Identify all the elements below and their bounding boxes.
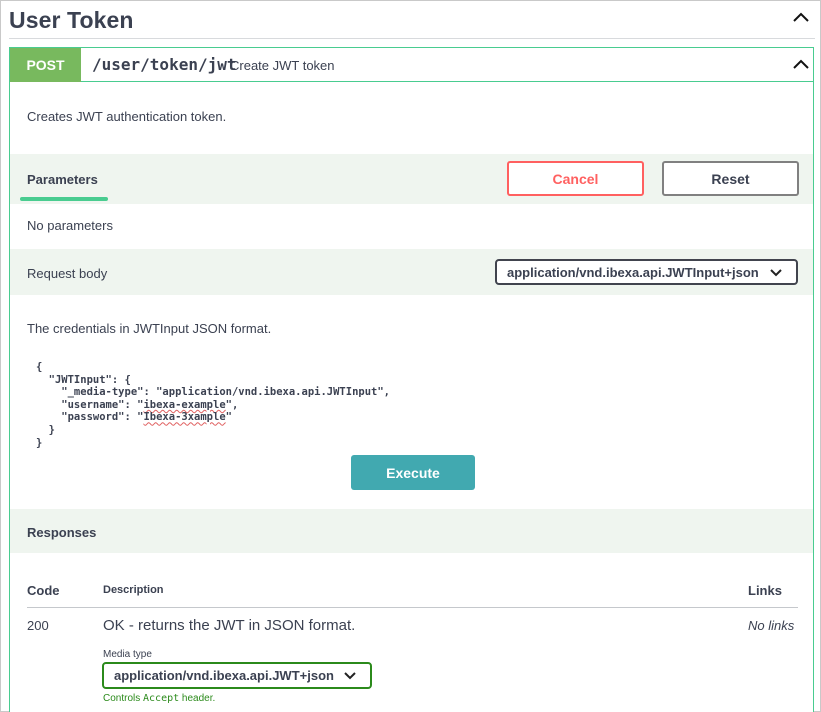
request-body-description: The credentials in JWTInput JSON format. — [27, 321, 272, 336]
section-header[interactable]: User Token — [9, 3, 815, 39]
operation-block: POST /user/token/jwt Create JWT token Cr… — [9, 47, 814, 712]
chevron-down-icon — [770, 267, 784, 281]
section-title: User Token — [9, 7, 134, 33]
content-type-value: application/vnd.ibexa.api.JWTInput+json — [507, 264, 759, 280]
cancel-button[interactable]: Cancel — [507, 161, 644, 196]
column-header-code: Code — [27, 583, 60, 598]
table-header-divider — [27, 607, 798, 608]
media-type-value: application/vnd.ibexa.api.JWT+json — [114, 668, 334, 683]
chevron-up-icon[interactable] — [793, 11, 809, 25]
response-code: 200 — [27, 618, 49, 633]
responses-title: Responses — [27, 525, 97, 540]
tab-parameters[interactable]: Parameters — [27, 172, 98, 187]
execute-button[interactable]: Execute — [351, 455, 475, 490]
reset-button[interactable]: Reset — [662, 161, 799, 196]
column-header-links: Links — [748, 583, 782, 598]
tab-active-indicator — [20, 197, 108, 201]
no-parameters-text: No parameters — [27, 218, 113, 233]
responses-header — [10, 509, 813, 553]
media-type-select[interactable]: application/vnd.ibexa.api.JWT+json — [102, 662, 372, 689]
media-type-label: Media type — [103, 649, 152, 660]
chevron-down-icon — [344, 670, 358, 684]
column-header-description: Description — [103, 584, 164, 596]
method-badge: POST — [10, 48, 81, 82]
response-links: No links — [748, 618, 795, 633]
content-type-select[interactable]: application/vnd.ibexa.api.JWTInput+json — [495, 259, 798, 285]
chevron-up-icon[interactable] — [793, 58, 809, 72]
operation-path: /user/token/jwt — [92, 55, 237, 74]
operation-summary-text: Create JWT token — [230, 58, 335, 73]
api-doc-frame: User Token POST /user/token/jwt Create J… — [0, 0, 821, 712]
response-description: OK - returns the JWT in JSON format. — [103, 617, 356, 634]
request-body-example[interactable]: { "JWTInput": { "_media-type": "applicat… — [36, 361, 390, 449]
operation-summary[interactable]: POST /user/token/jwt Create JWT token — [10, 48, 813, 82]
media-type-hint: Controls Accept header. — [103, 693, 216, 704]
operation-description: Creates JWT authentication token. — [27, 109, 227, 124]
request-body-label: Request body — [27, 266, 108, 281]
